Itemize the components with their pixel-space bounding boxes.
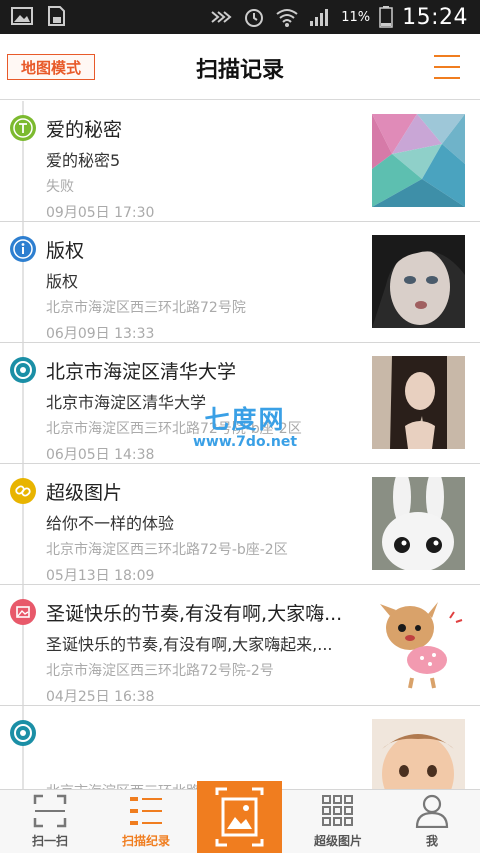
list-item[interactable]: 北京市海淀区清华大学 北京市海淀区清华大学 北京市海淀区西三环北路72号院-b座… xyxy=(0,343,480,464)
scan-record-list: 爱的秘密 爱的秘密5 失败 09月05日 17:30 版权 版权 北京市海淀区西… xyxy=(0,101,480,789)
wifi-icon xyxy=(276,9,298,27)
item-address: 北京市海淀区西三环北路72号院-2号 xyxy=(46,663,274,679)
thumbnail-geometric xyxy=(372,114,465,207)
item-status: 失败 xyxy=(46,179,74,195)
item-date: 06月09日 13:33 xyxy=(46,326,155,342)
thumbnail-woman xyxy=(372,356,465,449)
header: 地图模式 扫描记录 xyxy=(0,34,480,100)
item-address: 北京市海淀区西三环北路72号-b座-2区 xyxy=(46,542,288,558)
item-desc: 给你不一样的体验 xyxy=(46,514,175,533)
page-title: 扫描记录 xyxy=(195,58,284,83)
item-date: 09月05日 17:30 xyxy=(46,205,155,221)
item-desc: 版权 xyxy=(46,272,79,291)
scan-frame-icon xyxy=(33,794,67,828)
grid-icon xyxy=(322,795,353,826)
info-icon xyxy=(10,236,36,262)
image-icon xyxy=(10,599,36,625)
tab-super-image[interactable]: 超级图片 xyxy=(290,790,386,853)
scan-image-icon xyxy=(215,787,264,847)
item-title: 北京市海淀区清华大学 xyxy=(46,361,237,383)
item-title: 超级图片 xyxy=(46,482,123,504)
mute-icon xyxy=(211,11,232,23)
tab-scan-label: 扫一扫 xyxy=(31,834,68,848)
list-item[interactable]: 圣诞快乐的节奏,有没有啊,大家嗨... 圣诞快乐的节奏,有没有啊,大家嗨起来,.… xyxy=(0,585,480,706)
thumbnail-bunny xyxy=(372,477,465,570)
battery-percent: 11% xyxy=(341,9,371,25)
item-desc: 北京市海淀区清华大学 xyxy=(46,393,207,412)
person-icon xyxy=(415,794,449,828)
tab-me-label: 我 xyxy=(425,834,438,848)
tab-me[interactable]: 我 xyxy=(384,790,480,853)
tab-scan-records[interactable]: 扫描纪录 xyxy=(98,790,194,853)
item-date: 05月13日 18:09 xyxy=(46,568,155,584)
menu-icon xyxy=(434,55,460,57)
tab-scan[interactable]: 扫一扫 xyxy=(2,790,98,853)
item-title: 圣诞快乐的节奏,有没有啊,大家嗨... xyxy=(46,603,343,625)
thumbnail-cartoon xyxy=(372,598,465,691)
location-pin-icon xyxy=(10,357,36,383)
item-title: 版权 xyxy=(46,240,85,262)
item-desc: 圣诞快乐的节奏,有没有啊,大家嗨起来,... xyxy=(46,635,333,654)
alarm-icon xyxy=(245,9,264,27)
item-date: 06月05日 14:38 xyxy=(46,447,155,463)
status-bar: 11% 15:24 xyxy=(0,0,480,34)
menu-button[interactable] xyxy=(434,55,460,79)
location-pin-icon xyxy=(10,720,36,746)
battery-icon xyxy=(379,6,393,28)
item-address: 北京市海淀区西三环北路72号院 xyxy=(46,300,246,316)
link-icon xyxy=(10,478,36,504)
list-item[interactable]: 版权 版权 北京市海淀区西三环北路72号院 06月09日 13:33 xyxy=(0,222,480,343)
thumbnail-child xyxy=(372,235,465,328)
thumbnail-baby xyxy=(372,719,465,789)
signal-icon xyxy=(310,9,329,26)
item-date: 04月25日 16:38 xyxy=(46,689,155,705)
sd-card-icon xyxy=(48,6,65,26)
item-desc: 爱的秘密5 xyxy=(46,151,121,170)
list-item[interactable]: 爱的秘密 爱的秘密5 失败 09月05日 17:30 xyxy=(0,101,480,222)
item-address: 北京市海淀区西三环北路72号院-b座-2区 xyxy=(46,421,302,437)
item-title: 爱的秘密 xyxy=(46,119,123,141)
gallery-icon xyxy=(11,7,33,25)
center-scan-button[interactable] xyxy=(197,781,282,853)
text-t-icon xyxy=(10,115,36,141)
list-item[interactable]: 北京市海淀区西三环北路72号院-2号 xyxy=(0,706,480,789)
clock: 15:24 xyxy=(402,4,468,30)
tab-scan-records-label: 扫描纪录 xyxy=(121,834,170,848)
list-item[interactable]: 超级图片 给你不一样的体验 北京市海淀区西三环北路72号-b座-2区 05月13… xyxy=(0,464,480,585)
list-icon xyxy=(130,797,162,825)
tab-super-image-label: 超级图片 xyxy=(313,834,362,848)
